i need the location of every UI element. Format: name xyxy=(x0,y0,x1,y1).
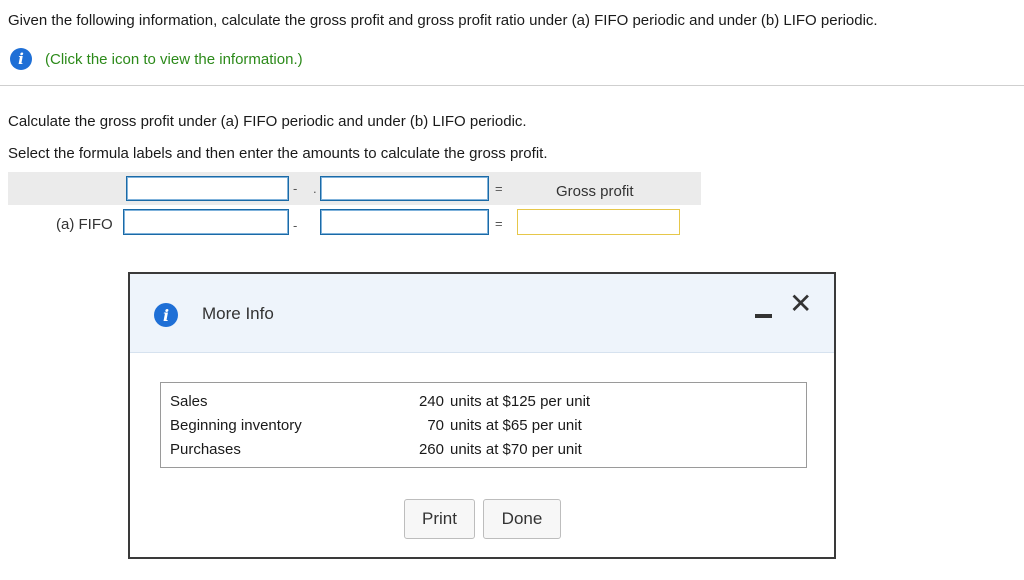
question-text: Given the following information, calcula… xyxy=(8,12,878,29)
info-row-detail: units at $65 per unit xyxy=(450,417,582,434)
info-row-detail: units at $70 per unit xyxy=(450,441,582,458)
minus-sign: - xyxy=(293,218,298,233)
info-row-label: Purchases xyxy=(170,441,241,458)
info-row-qty: 240 xyxy=(418,393,444,410)
fifo-gross-profit-input[interactable] xyxy=(517,209,680,235)
done-button[interactable]: Done xyxy=(483,499,561,539)
equals-sign: = xyxy=(495,216,503,231)
fifo-row-label: (a) FIFO xyxy=(56,216,113,233)
formula-label-select-2[interactable] xyxy=(320,176,489,201)
minus-sign: - xyxy=(293,181,298,196)
info-row: Purchases 260 units at $70 per unit xyxy=(161,441,806,465)
info-row-qty: 70 xyxy=(427,417,444,434)
info-table: Sales 240 units at $125 per unit Beginni… xyxy=(160,382,807,468)
info-row-label: Sales xyxy=(170,393,208,410)
fifo-amount-input-2[interactable] xyxy=(320,209,489,235)
dialog-title: More Info xyxy=(202,304,274,323)
minimize-icon[interactable] xyxy=(755,314,772,318)
formula-label-select-1[interactable] xyxy=(126,176,289,201)
fifo-amount-input-1[interactable] xyxy=(123,209,289,235)
dialog-header: i More Info ✕ xyxy=(130,274,834,353)
close-icon[interactable]: ✕ xyxy=(789,290,812,318)
more-info-dialog: i More Info ✕ Sales 240 units at $125 pe… xyxy=(128,272,836,559)
section-divider xyxy=(0,85,1024,86)
info-link-text[interactable]: (Click the icon to view the information.… xyxy=(45,51,303,68)
info-circle-icon[interactable]: i xyxy=(10,48,32,70)
info-row-label: Beginning inventory xyxy=(170,417,302,434)
dot-marker: . xyxy=(313,181,317,196)
info-row: Sales 240 units at $125 per unit xyxy=(161,393,806,417)
instruction-line-1: Calculate the gross profit under (a) FIF… xyxy=(8,113,527,130)
equals-sign: = xyxy=(495,181,503,196)
info-row-detail: units at $125 per unit xyxy=(450,393,591,410)
info-link-row[interactable]: i (Click the icon to view the informatio… xyxy=(10,46,303,72)
instruction-line-2: Select the formula labels and then enter… xyxy=(8,145,548,162)
gross-profit-label: Gross profit xyxy=(556,183,634,200)
print-button[interactable]: Print xyxy=(404,499,475,539)
info-row: Beginning inventory 70 units at $65 per … xyxy=(161,417,806,441)
info-row-qty: 260 xyxy=(418,441,444,458)
info-circle-icon: i xyxy=(154,303,178,327)
